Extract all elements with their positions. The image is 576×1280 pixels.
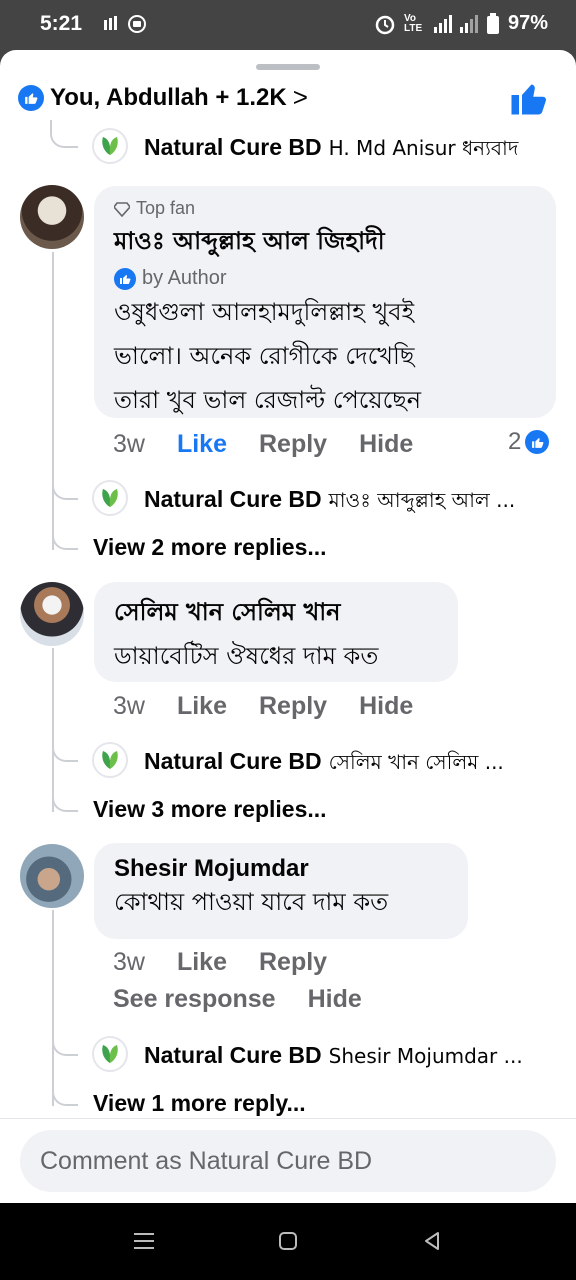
comment-actions: 3w Like Reply Hide [113, 430, 413, 459]
thread-line [52, 252, 54, 550]
reply-text: H. Md Anisur ধন্যবাদ [328, 136, 519, 160]
like-reaction-icon [18, 84, 44, 111]
status-right: Vo LTE 97% [374, 12, 548, 35]
top-fan-label: Top fan [136, 198, 196, 218]
comment-actions: 3w Like Reply Hide [113, 692, 413, 721]
alarm-icon [375, 15, 395, 34]
page-avatar[interactable] [92, 1036, 128, 1072]
comment-time: 3w [113, 692, 145, 720]
status-bar: 5:21 Vo LTE 97% [0, 0, 576, 50]
comment-time: 3w [113, 948, 145, 976]
menu-icon[interactable] [128, 1225, 160, 1257]
comment-author[interactable]: Shesir Mojumdar [114, 855, 448, 883]
home-icon[interactable] [272, 1225, 304, 1257]
comment-bubble[interactable]: সেলিম খান সেলিম খান ডায়াবেটিস ঔষধের দাম… [94, 582, 458, 682]
comment-bubble[interactable]: Top fan মাওঃ আব্দুল্লাহ আল জিহাদী by Aut… [94, 186, 556, 418]
comment-box[interactable] [20, 1130, 556, 1192]
reactions-summary[interactable]: You, Abdullah + 1.2K > [18, 82, 308, 113]
reply-author: Natural Cure BD [144, 134, 322, 160]
thread-connector [52, 732, 78, 762]
comment-line: তারা খুব ভাল রেজাল্ট পেয়েছেন [114, 386, 422, 414]
reply-preview[interactable]: Natural Cure BD মাওঃ আব্দুল্লাহ আল ... [144, 486, 564, 519]
avatar[interactable] [20, 844, 84, 908]
diamond-icon [114, 201, 130, 217]
notification-icons [104, 14, 148, 40]
status-time: 5:21 [40, 12, 83, 35]
back-icon[interactable] [416, 1225, 448, 1257]
reply-button[interactable]: Reply [259, 692, 327, 721]
battery-icon [486, 12, 499, 34]
leaf-logo-icon [102, 489, 118, 507]
leaf-logo-icon [102, 1045, 118, 1063]
reply-button[interactable]: Reply [259, 430, 327, 459]
hide-button[interactable]: Hide [359, 692, 413, 721]
reply-button[interactable]: Reply [259, 948, 327, 977]
thread-connector [52, 782, 78, 812]
like-button[interactable]: Like [177, 430, 227, 459]
comment-text: কোথায় পাওয়া যাবে দাম কত [114, 888, 389, 916]
comment-input[interactable] [40, 1130, 540, 1192]
hide-button[interactable]: Hide [308, 985, 362, 1014]
thread-connector [52, 470, 78, 500]
reaction-count[interactable]: 2 [508, 428, 550, 456]
comment-composer [0, 1118, 576, 1203]
hide-button[interactable]: Hide [359, 430, 413, 459]
thread-connector [52, 1076, 78, 1106]
comments-sheet: You, Abdullah + 1.2K > Natural Cure BD H… [0, 50, 576, 1203]
comment-text: ওষুধগুলা আলহামদুলিল্লাহ খুবই ভালো। অনেক … [114, 290, 536, 422]
comment-actions-row2: See response Hide [113, 985, 362, 1014]
like-thumb-icon[interactable] [510, 80, 546, 116]
by-author-label: by Author [142, 267, 227, 289]
thread-connector [50, 120, 78, 148]
reply-text: মাওঃ আব্দুল্লাহ আল ... [328, 488, 516, 512]
leaf-logo-icon [102, 137, 118, 155]
reply-author: Natural Cure BD [144, 486, 322, 512]
top-fan-badge: Top fan [114, 198, 536, 219]
view-more-replies[interactable]: View 1 more reply... [93, 1090, 306, 1117]
by-author-badge: by Author [114, 267, 536, 290]
avatar[interactable] [20, 582, 84, 646]
drag-handle[interactable] [256, 64, 320, 70]
signal-icon-1 [433, 14, 452, 33]
comment-actions: 3w Like Reply [113, 948, 327, 977]
view-more-replies[interactable]: View 2 more replies... [93, 534, 327, 561]
comment-line: ভালো। অনেক রোগীকে দেখেছি [114, 342, 415, 370]
reaction-count-value: 2 [508, 428, 522, 455]
reply-preview[interactable]: Natural Cure BD H. Md Anisur ধন্যবাদ [144, 134, 564, 167]
reply-preview[interactable]: Natural Cure BD সেলিম খান সেলিম ... [144, 748, 564, 781]
comment-bubble[interactable]: Shesir Mojumdar কোথায় পাওয়া যাবে দাম ক… [94, 843, 468, 939]
page-avatar[interactable] [92, 128, 128, 164]
page-avatar[interactable] [92, 742, 128, 778]
reply-preview[interactable]: Natural Cure BD Shesir Mojumdar ... [144, 1042, 564, 1069]
like-reaction-icon [525, 430, 550, 454]
like-icon [114, 267, 136, 290]
page-avatar[interactable] [92, 480, 128, 516]
comment-author[interactable]: সেলিম খান সেলিম খান [114, 594, 438, 634]
like-button[interactable]: Like [177, 692, 227, 721]
battery-percent: 97% [507, 12, 548, 34]
system-nav-bar [0, 1203, 576, 1280]
reply-text: Shesir Mojumdar ... [328, 1044, 523, 1068]
leaf-logo-icon [102, 751, 118, 769]
signal-icon-2 [459, 14, 478, 33]
reply-text: সেলিম খান সেলিম ... [328, 750, 504, 774]
view-more-replies[interactable]: View 3 more replies... [93, 796, 327, 823]
comment-text: ডায়াবেটিস ঔষধের দাম কত [114, 642, 379, 670]
comment-author[interactable]: মাওঃ আব্দুল্লাহ আল জিহাদী [114, 223, 536, 263]
see-response-button[interactable]: See response [113, 985, 276, 1014]
comment-time: 3w [113, 430, 145, 458]
reply-author: Natural Cure BD [144, 1042, 322, 1068]
like-button[interactable]: Like [177, 948, 227, 977]
thread-connector [52, 520, 78, 550]
volte-icon: Vo LTE [403, 12, 423, 34]
thread-connector [52, 1026, 78, 1056]
app-notification-icon [104, 15, 146, 33]
reply-author: Natural Cure BD [144, 748, 322, 774]
avatar[interactable] [20, 185, 84, 249]
reactions-text: You, Abdullah + 1.2K [50, 83, 287, 111]
chevron-right-icon: > [292, 82, 308, 112]
comment-line: ওষুধগুলা আলহামদুলিল্লাহ খুবই [114, 298, 415, 326]
